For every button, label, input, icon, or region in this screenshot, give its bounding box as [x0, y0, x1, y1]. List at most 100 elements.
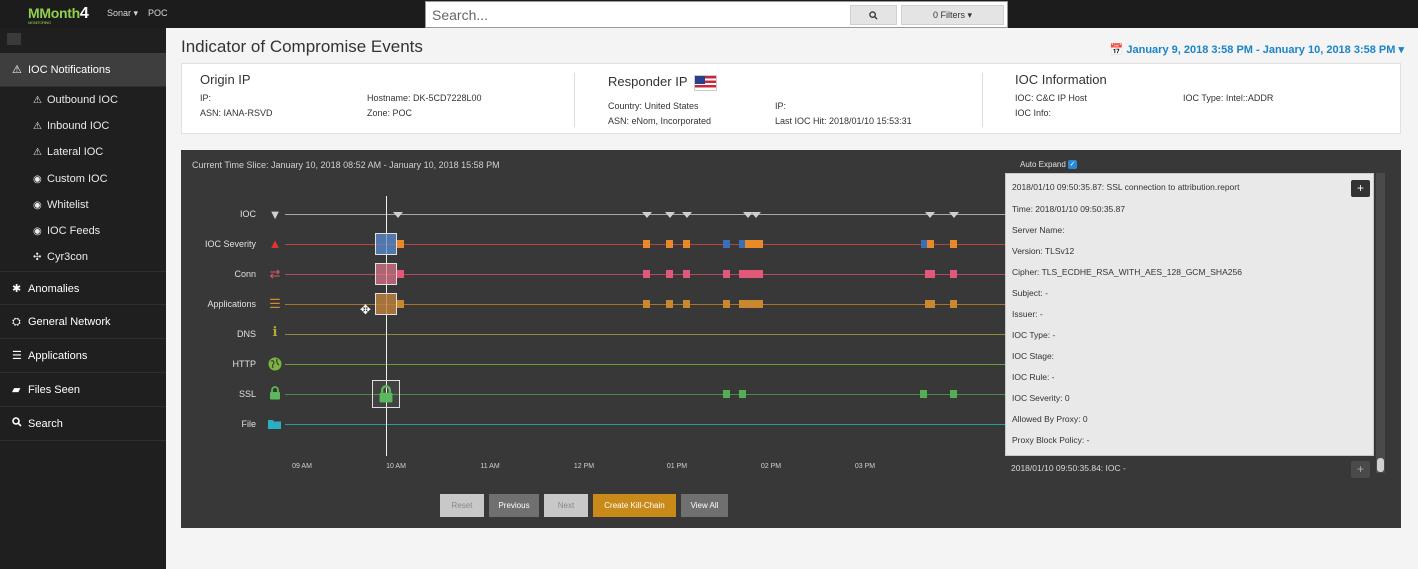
- ioc-event-marker[interactable]: [751, 212, 761, 218]
- expand-plus-button[interactable]: +: [1351, 180, 1370, 197]
- sidebar-item-lateral-ioc[interactable]: ⚠ Lateral IOC: [33, 144, 103, 160]
- conn-event-mark[interactable]: [739, 270, 763, 278]
- conn-event-mark[interactable]: [397, 270, 404, 278]
- sidebar-item-files-seen[interactable]: ▰ Files Seen: [0, 373, 166, 407]
- poc-menu[interactable]: POC: [148, 8, 168, 18]
- reset-button[interactable]: Reset: [440, 494, 484, 517]
- dns-track: [285, 334, 1069, 335]
- ssl-event-mark[interactable]: [723, 390, 730, 398]
- severity-event-mark[interactable]: [643, 240, 650, 248]
- warning-icon: ⚠: [33, 95, 42, 106]
- search-input[interactable]: [432, 5, 842, 25]
- selected-event-ssl[interactable]: [372, 380, 400, 408]
- ioc-event-marker[interactable]: [682, 212, 692, 218]
- top-bar: MMonth4 MONITORING Sonar ▾ POC 0 Filters…: [0, 0, 1418, 28]
- exchange-icon: ⇄: [269, 266, 281, 281]
- sidebar-item-general-network[interactable]: ⛭ General Network: [0, 305, 166, 339]
- conn-event-mark[interactable]: [666, 270, 673, 278]
- sidebar-item-outbound-ioc[interactable]: ⚠ Outbound IOC: [33, 92, 118, 108]
- page-title: Indicator of Compromise Events: [181, 37, 423, 56]
- severity-event-mark[interactable]: [927, 240, 934, 248]
- ssl-event-mark[interactable]: [739, 390, 746, 398]
- detail-footer-entry[interactable]: 2018/01/10 09:50:35.84: IOC -: [1011, 463, 1126, 473]
- list-icon: ☰: [269, 296, 281, 311]
- ioc-event-marker[interactable]: [949, 212, 959, 218]
- row-label-conn: Conn: [234, 269, 256, 279]
- divider: [574, 73, 575, 127]
- alert-triangle-icon: ▲: [268, 236, 282, 251]
- ssl-event-mark[interactable]: [920, 390, 927, 398]
- application-event-mark[interactable]: [643, 300, 650, 308]
- detail-line: Proxy Block Policy: -: [1012, 435, 1090, 445]
- sidebar-item-search[interactable]: Search: [0, 407, 166, 441]
- sidebar-item-inbound-ioc[interactable]: ⚠ Inbound IOC: [33, 118, 109, 134]
- selected-event-applications[interactable]: [375, 293, 397, 315]
- application-event-mark[interactable]: [950, 300, 957, 308]
- detail-line: IOC Type: -: [1012, 330, 1056, 340]
- axis-label: 01 PM: [666, 463, 688, 470]
- detail-line: Allowed By Proxy: 0: [1012, 414, 1088, 424]
- detail-line: Cipher: TLS_ECDHE_RSA_WITH_AES_128_GCM_S…: [1012, 267, 1242, 277]
- app-logo[interactable]: MMonth4 MONITORING: [28, 5, 89, 25]
- application-event-mark[interactable]: [683, 300, 690, 308]
- application-event-mark[interactable]: [925, 300, 935, 308]
- sidebar-item-ioc-notifications[interactable]: ⚠ IOC Notifications: [0, 53, 166, 87]
- conn-event-mark[interactable]: [925, 270, 935, 278]
- sidebar-item-custom-ioc[interactable]: ◉ Custom IOC: [33, 171, 108, 187]
- next-button[interactable]: Next: [544, 494, 588, 517]
- severity-event-mark[interactable]: [683, 240, 690, 248]
- expand-plus-button[interactable]: +: [1351, 461, 1370, 478]
- severity-event-mark[interactable]: [950, 240, 957, 248]
- conn-event-mark[interactable]: [643, 270, 650, 278]
- menu-toggle-icon[interactable]: [7, 33, 21, 45]
- sonar-menu[interactable]: Sonar ▾: [107, 8, 138, 19]
- axis-label: 03 PM: [854, 463, 876, 470]
- network-icon: ⛭: [12, 316, 21, 328]
- axis-label: 11 AM: [480, 463, 500, 470]
- previous-button[interactable]: Previous: [489, 494, 539, 517]
- ioc-info-field: IOC Info:: [1015, 108, 1052, 118]
- sidebar-item-whitelist[interactable]: ◉ Whitelist: [33, 197, 89, 213]
- conn-event-mark[interactable]: [723, 270, 730, 278]
- application-event-mark[interactable]: [666, 300, 673, 308]
- info-icon: i: [272, 325, 278, 340]
- auto-expand-toggle[interactable]: Auto Expand ✓: [1020, 160, 1078, 170]
- conn-event-mark[interactable]: [683, 270, 690, 278]
- ioc-event-marker[interactable]: [925, 212, 935, 218]
- origin-asn-field: ASN: IANA-RSVD: [200, 108, 273, 118]
- ioc-event-marker[interactable]: [393, 212, 403, 218]
- severity-event-mark[interactable]: [397, 240, 404, 248]
- sidebar-item-applications[interactable]: ☰ Applications: [0, 339, 166, 373]
- application-event-mark[interactable]: [723, 300, 730, 308]
- create-kill-chain-button[interactable]: Create Kill-Chain: [593, 494, 676, 517]
- ioc-event-marker[interactable]: [642, 212, 652, 218]
- ioc-event-marker[interactable]: [665, 212, 675, 218]
- ssl-event-mark[interactable]: [950, 390, 957, 398]
- search-button[interactable]: [850, 5, 897, 25]
- search-icon: [12, 407, 28, 441]
- severity-event-mark[interactable]: [666, 240, 673, 248]
- selected-event-conn[interactable]: [375, 263, 397, 285]
- last-ioc-hit-field: Last IOC Hit: 2018/01/10 15:53:31: [775, 116, 912, 126]
- sidebar-item-anomalies[interactable]: ✱ Anomalies: [0, 271, 166, 305]
- date-range-picker[interactable]: 📅 January 9, 2018 3:58 PM - January 10, …: [1110, 43, 1404, 56]
- checkbox-checked-icon[interactable]: ✓: [1068, 160, 1078, 170]
- sidebar-item-ioc-feeds[interactable]: ◉ IOC Feeds: [33, 223, 100, 239]
- application-event-mark[interactable]: [397, 300, 404, 308]
- ioc-field: IOC: C&C IP Host: [1015, 93, 1087, 103]
- detail-scrollbar[interactable]: [1376, 173, 1385, 473]
- severity-event-mark[interactable]: [723, 240, 730, 248]
- conn-event-mark[interactable]: [950, 270, 957, 278]
- scrollbar-thumb[interactable]: [1377, 458, 1384, 472]
- filters-dropdown[interactable]: 0 Filters ▾: [901, 5, 1004, 25]
- application-event-mark[interactable]: [739, 300, 763, 308]
- origin-ip-title: Origin IP: [200, 72, 251, 87]
- severity-event-mark[interactable]: [745, 240, 763, 248]
- search-bar: 0 Filters ▾: [425, 1, 1008, 28]
- responder-ip-field: IP:: [775, 101, 787, 111]
- selected-event-ioc-severity[interactable]: [375, 233, 397, 255]
- view-all-button[interactable]: View All: [681, 494, 728, 517]
- ioc-type-field: IOC Type: Intel::ADDR: [1183, 93, 1274, 103]
- sidebar-item-cyr3con[interactable]: ✣ Cyr3con: [33, 249, 88, 265]
- detail-header: 2018/01/10 09:50:35.87: SSL connection t…: [1012, 182, 1240, 192]
